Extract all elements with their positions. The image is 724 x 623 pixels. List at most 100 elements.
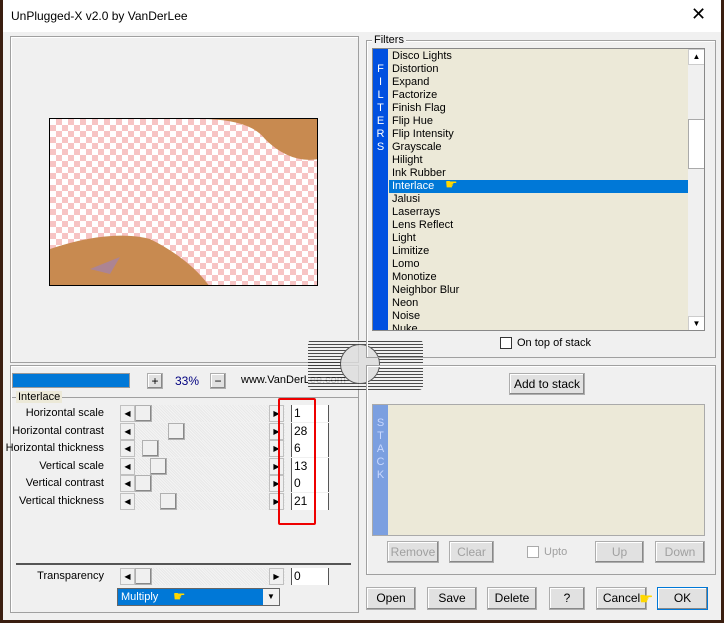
filter-item[interactable]: Interlace ☛ <box>389 176 688 193</box>
filter-item[interactable]: Distortion <box>389 63 688 76</box>
slider-track[interactable]: ◀ ▶ <box>120 422 285 440</box>
strip-letter: S <box>376 417 385 429</box>
open-button[interactable]: Open <box>366 587 416 610</box>
filter-item[interactable]: Flip Hue <box>389 115 688 128</box>
upto-checkbox[interactable] <box>527 546 539 558</box>
stack-listbox[interactable]: STACK <box>372 404 705 536</box>
filter-item[interactable]: Nuke <box>389 323 688 330</box>
slider-thumb[interactable] <box>135 475 152 493</box>
scroll-down-icon[interactable]: ▼ <box>688 316 704 330</box>
up-button[interactable]: Up <box>595 541 644 563</box>
interlace-group-label: Interlace <box>16 391 63 403</box>
slider-label: Horizontal thickness <box>5 442 104 455</box>
down-button[interactable]: Down <box>655 541 705 563</box>
arrow-left-icon[interactable]: ◀ <box>120 422 135 440</box>
slider-label: Vertical scale <box>39 459 104 472</box>
slider-track[interactable]: ◀ ▶ <box>120 493 285 510</box>
highlight-box <box>278 398 316 525</box>
strip-letter: C <box>376 456 385 468</box>
preview-image[interactable] <box>49 118 318 286</box>
chevron-down-icon[interactable]: ▼ <box>263 589 279 605</box>
filter-item[interactable]: Hilight <box>389 154 688 167</box>
help-button[interactable]: ? <box>549 587 585 610</box>
filter-item[interactable]: Light <box>389 232 688 245</box>
filter-item[interactable]: Expand <box>389 76 688 89</box>
strip-letter: E <box>376 115 385 127</box>
zoom-value: 33% <box>175 374 200 388</box>
scrollbar-thumb[interactable] <box>688 119 704 169</box>
on-top-label: On top of stack <box>517 337 591 349</box>
filters-listbox[interactable]: FILTERS Disco Lights Distortion Expand Fact… <box>372 48 705 331</box>
slider-track[interactable]: ◀ ▶ <box>120 457 285 475</box>
slider-thumb[interactable] <box>150 457 168 475</box>
filter-item[interactable]: Noise <box>389 310 688 323</box>
slider-label: Horizontal scale <box>25 407 104 419</box>
on-top-checkbox[interactable] <box>500 337 512 349</box>
close-icon[interactable]: ✕ <box>691 4 706 25</box>
pointing-hand-icon: ☛ <box>639 591 654 608</box>
arrow-left-icon[interactable]: ◀ <box>120 475 135 493</box>
filter-item[interactable]: Disco Lights <box>389 50 688 63</box>
filters-scrollbar[interactable]: ▲ ▼ <box>688 49 704 330</box>
arrow-left-icon[interactable]: ◀ <box>120 457 135 475</box>
save-button[interactable]: Save <box>427 587 477 610</box>
filter-item[interactable]: Laserrays <box>389 206 688 219</box>
filter-item[interactable]: Flip Intensity <box>389 128 688 141</box>
strip-letter: A <box>376 443 385 455</box>
filter-item[interactable]: Grayscale <box>389 141 688 154</box>
filter-item[interactable]: Lens Reflect <box>389 219 688 232</box>
delete-button[interactable]: Delete <box>487 587 537 610</box>
strip-letter: R <box>376 128 385 140</box>
clear-button[interactable]: Clear <box>449 541 494 563</box>
ok-button[interactable]: OK <box>657 587 708 610</box>
slider-track[interactable]: ◀ ▶ <box>120 405 285 422</box>
slider-label: Transparency <box>37 570 104 582</box>
slider-track[interactable]: ◀ ▶ <box>120 568 285 585</box>
remove-button[interactable]: Remove <box>387 541 439 563</box>
slider-thumb[interactable] <box>135 405 152 422</box>
slider-track[interactable]: ◀ ▶ <box>120 440 285 458</box>
blend-mode-select[interactable]: Multiply ☛ ▼ <box>117 588 280 606</box>
zoom-out-button[interactable]: − <box>210 373 226 389</box>
filter-item[interactable]: Monotize <box>389 271 688 284</box>
slider-thumb[interactable] <box>168 422 186 440</box>
slider-label: Vertical thickness <box>19 495 104 507</box>
filters-strip: FILTERS <box>373 49 388 330</box>
strip-letter: T <box>377 430 384 442</box>
filter-item[interactable]: Factorize <box>389 89 688 102</box>
window-title: UnPlugged-X v2.0 by VanDerLee <box>11 9 188 23</box>
arrow-left-icon[interactable]: ◀ <box>120 405 135 422</box>
filter-item[interactable]: Ink Rubber <box>389 167 688 180</box>
slider-thumb[interactable] <box>142 440 160 458</box>
arrow-left-icon[interactable]: ◀ <box>120 440 135 458</box>
arrow-left-icon[interactable]: ◀ <box>120 568 135 585</box>
strip-letter: F <box>377 63 384 75</box>
pointing-hand-icon: ☛ <box>173 588 186 604</box>
slider-value[interactable]: 0 <box>291 568 329 585</box>
strip-letter: T <box>377 102 384 114</box>
stack-strip: STACK <box>373 405 388 535</box>
slider-thumb[interactable] <box>159 493 177 510</box>
filter-item[interactable]: Jalusi <box>389 193 688 206</box>
scroll-up-icon[interactable]: ▲ <box>688 49 704 65</box>
filter-item[interactable]: Neon <box>389 297 688 310</box>
arrow-left-icon[interactable]: ◀ <box>120 493 135 510</box>
filter-item[interactable]: Finish Flag <box>389 102 688 115</box>
arrow-right-icon[interactable]: ▶ <box>269 568 284 585</box>
zoom-in-button[interactable]: + <box>147 373 163 389</box>
zoom-progress-bar <box>12 373 130 388</box>
slider-track[interactable]: ◀ ▶ <box>120 475 285 493</box>
upto-label: Upto <box>544 546 568 558</box>
filter-item[interactable]: Limitize <box>389 245 688 258</box>
dialog-window: UnPlugged-X v2.0 by VanDerLee ✕ + 33% − … <box>3 0 721 620</box>
title-bar: UnPlugged-X v2.0 by VanDerLee ✕ <box>3 0 721 32</box>
slider-thumb[interactable] <box>135 568 152 585</box>
add-to-stack-button[interactable]: Add to stack <box>509 373 585 395</box>
strip-letter: I <box>378 76 383 88</box>
strip-letter: L <box>377 89 384 101</box>
pointing-hand-icon: ☛ <box>445 176 458 192</box>
filter-item[interactable]: Lomo <box>389 258 688 271</box>
slider-label: Vertical contrast <box>25 477 104 490</box>
filter-item[interactable]: Neighbor Blur <box>389 284 688 297</box>
divider <box>16 563 351 565</box>
